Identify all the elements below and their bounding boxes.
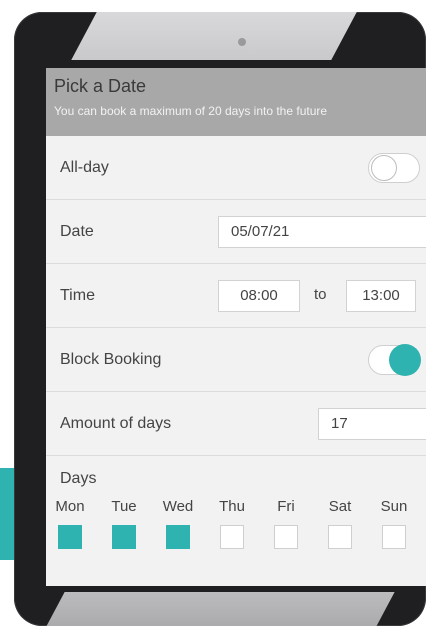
days-label: Days	[60, 470, 97, 487]
day-checkbox-mon[interactable]	[58, 525, 82, 549]
day-thu: Thu	[212, 498, 252, 549]
booking-screen: Pick a Date You can book a maximum of 20…	[46, 68, 426, 586]
days-row: Days Mon Tue Wed Thu Fri Sat Sun	[46, 456, 426, 586]
day-label: Sat	[328, 498, 352, 515]
all-day-row: All-day	[46, 136, 426, 200]
day-sun: Sun	[374, 498, 414, 549]
bezel-glare-bottom	[43, 592, 395, 626]
time-row: Time 08:00 to 13:00	[46, 264, 426, 328]
day-checkbox-sun[interactable]	[382, 525, 406, 549]
day-checkbox-tue[interactable]	[112, 525, 136, 549]
time-label: Time	[60, 286, 95, 304]
block-booking-label: Block Booking	[60, 350, 162, 368]
day-mon: Mon	[50, 498, 90, 549]
block-booking-row: Block Booking	[46, 328, 426, 392]
day-label: Mon	[55, 498, 85, 515]
day-label: Tue	[111, 498, 137, 515]
day-label: Thu	[219, 498, 245, 515]
bezel-glare-top	[71, 12, 357, 60]
accent-strip	[0, 468, 14, 560]
day-tue: Tue	[104, 498, 144, 549]
toggle-knob	[389, 343, 421, 376]
tablet-frame: Pick a Date You can book a maximum of 20…	[14, 12, 426, 626]
day-checkbox-thu[interactable]	[220, 525, 244, 549]
day-checkbox-sat[interactable]	[328, 525, 352, 549]
all-day-label: All-day	[60, 158, 109, 176]
day-wed: Wed	[158, 498, 198, 549]
date-label: Date	[60, 222, 94, 240]
time-to-field[interactable]: 13:00	[346, 280, 416, 312]
amount-label: Amount of days	[60, 414, 172, 432]
date-row: Date 05/07/21	[46, 200, 426, 264]
time-from-field[interactable]: 08:00	[218, 280, 300, 312]
day-checkbox-fri[interactable]	[274, 525, 298, 549]
all-day-toggle[interactable]	[368, 152, 420, 183]
date-field[interactable]: 05/07/21	[218, 216, 426, 248]
day-label: Wed	[162, 498, 194, 515]
amount-row: Amount of days 17	[46, 392, 426, 456]
day-label: Fri	[277, 498, 295, 515]
page-header: Pick a Date You can book a maximum of 20…	[46, 68, 426, 136]
time-to-label: to	[314, 286, 327, 303]
amount-field[interactable]: 17	[318, 408, 426, 440]
page-title: Pick a Date	[54, 76, 147, 96]
block-booking-toggle[interactable]	[368, 343, 421, 376]
day-fri: Fri	[266, 498, 306, 549]
toggle-knob	[371, 154, 397, 181]
day-checkbox-wed[interactable]	[166, 525, 190, 549]
day-sat: Sat	[320, 498, 360, 549]
camera-icon	[238, 38, 246, 46]
day-label: Sun	[380, 498, 408, 515]
page-subtitle: You can book a maximum of 20 days into t…	[54, 104, 328, 118]
